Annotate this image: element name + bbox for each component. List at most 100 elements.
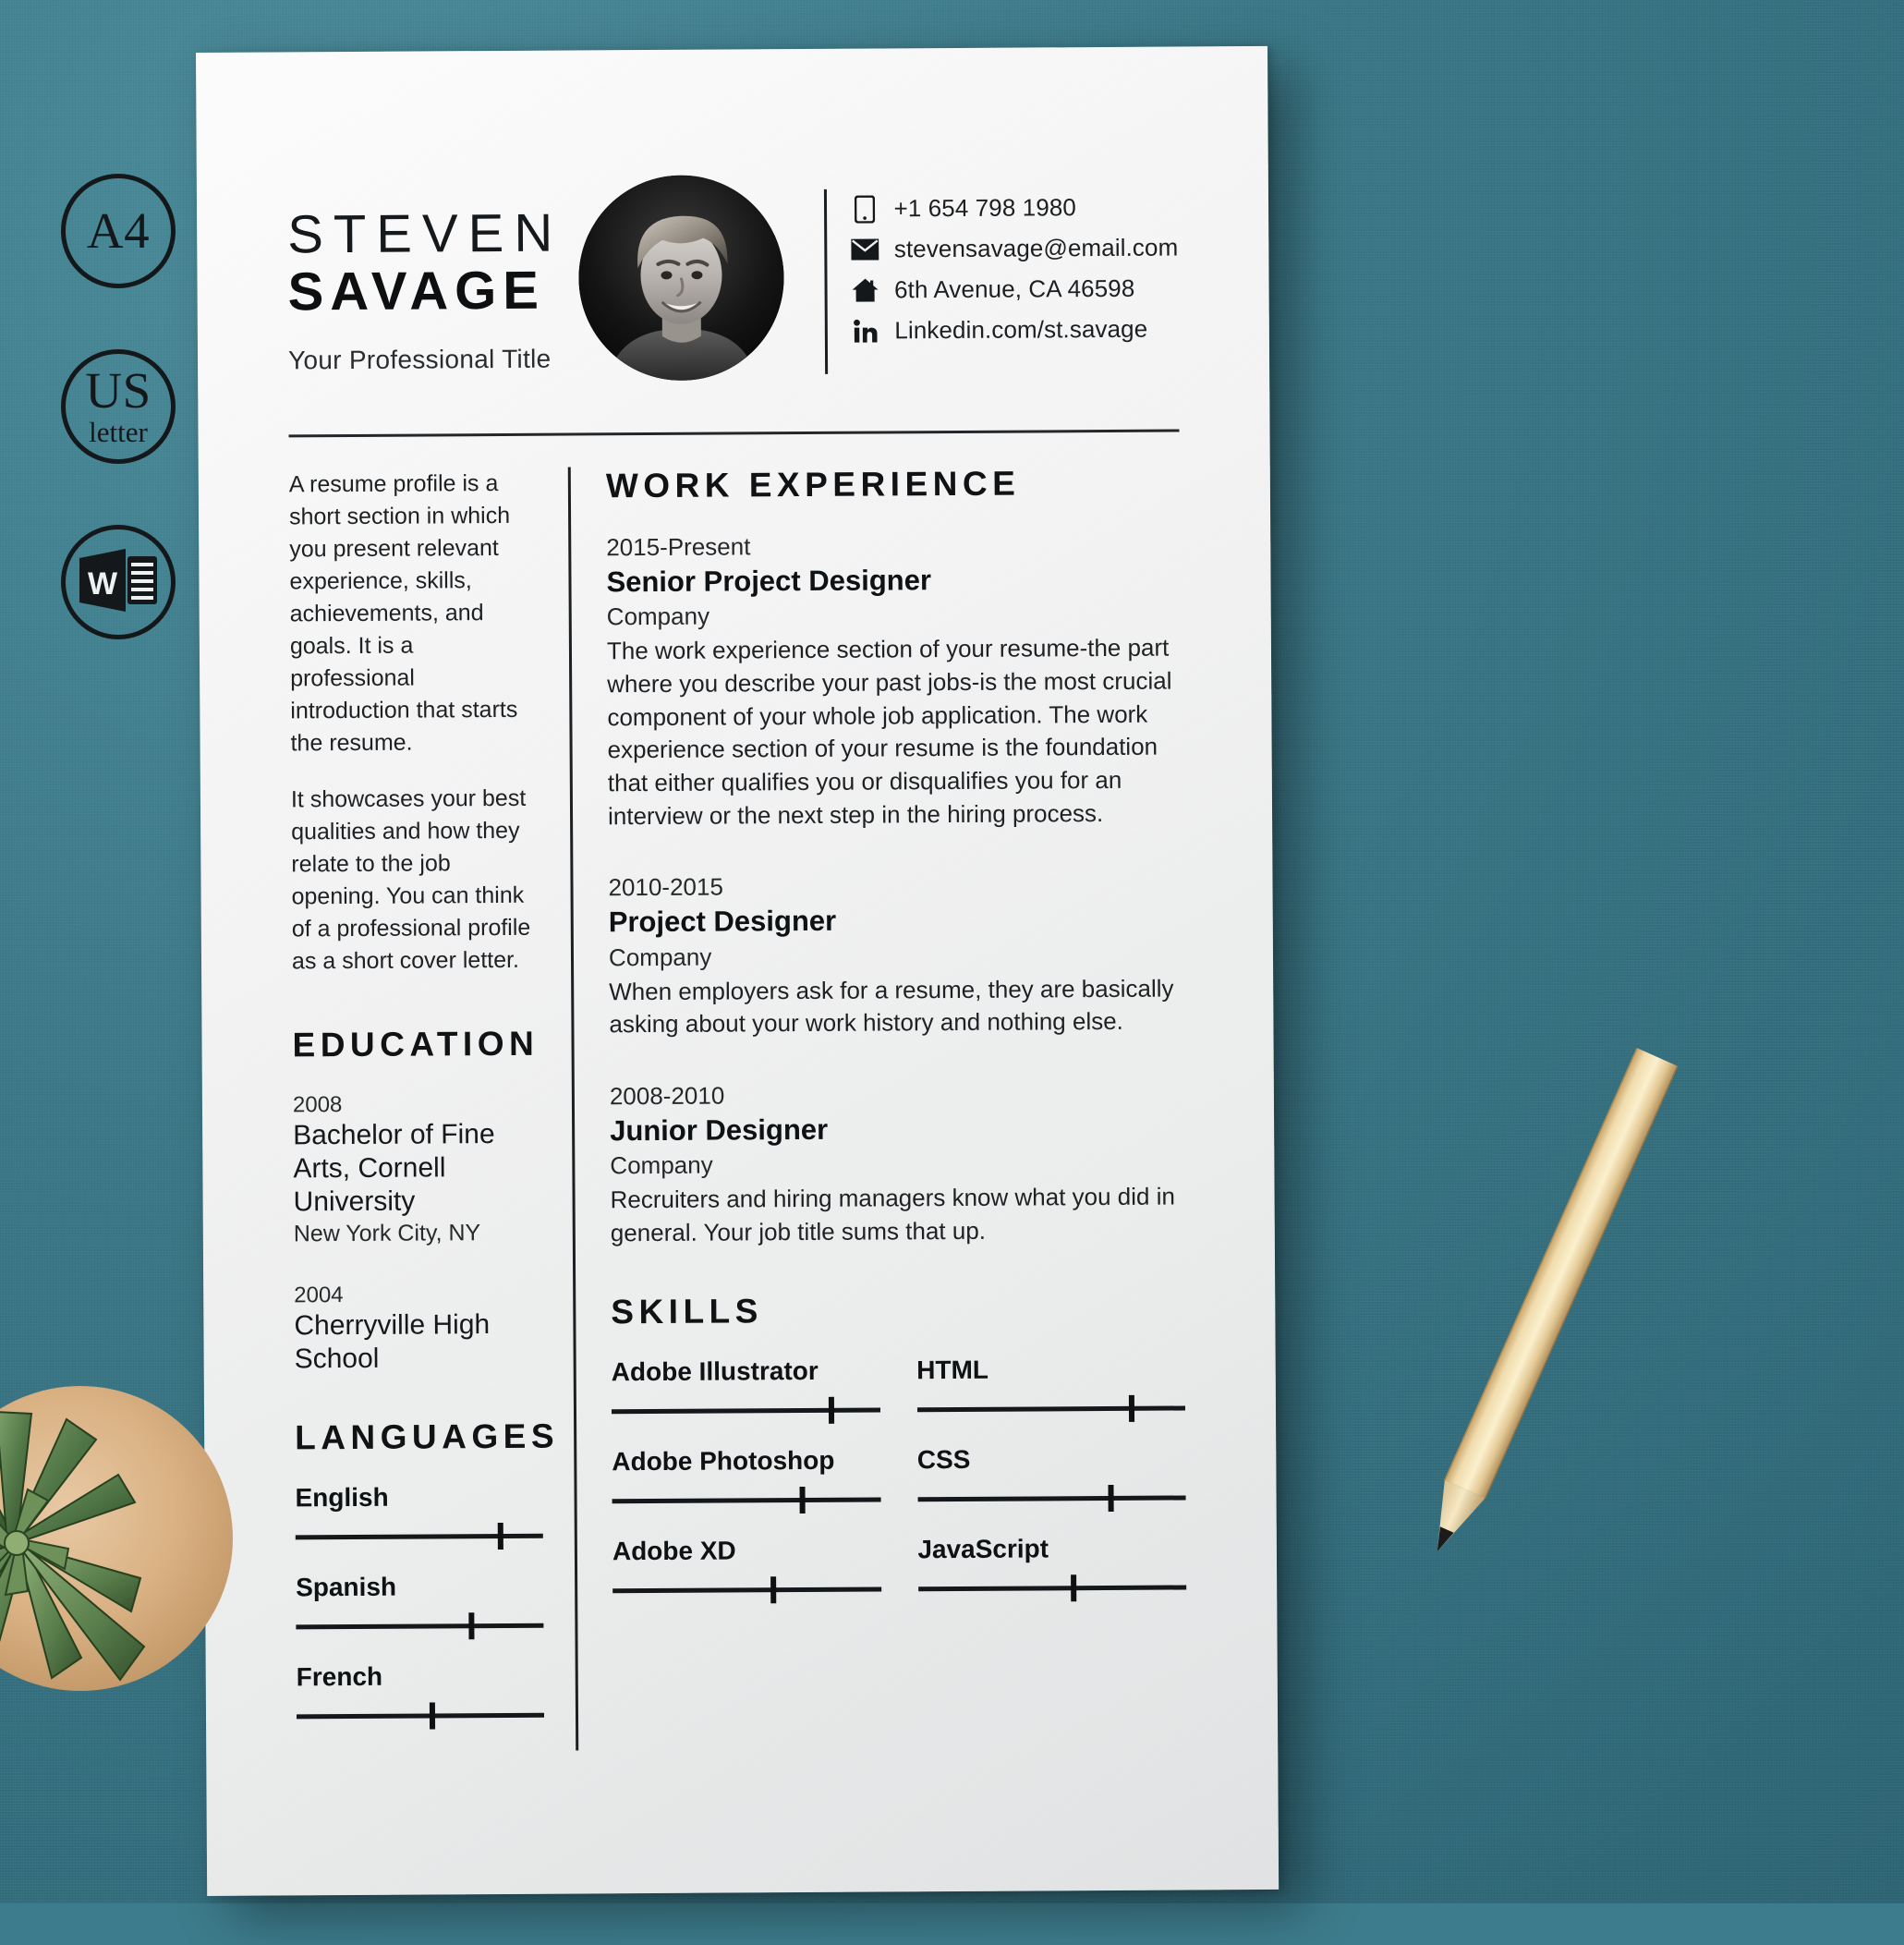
skill-label: HTML xyxy=(916,1355,989,1384)
microsoft-word-icon: W xyxy=(78,547,159,618)
linkedin-icon xyxy=(850,319,881,343)
contact-phone[interactable]: +1 654 798 1980 xyxy=(849,193,1178,224)
skill-label: JavaScript xyxy=(917,1533,1049,1563)
language-level-track[interactable] xyxy=(296,1612,544,1640)
skill-item: JavaScript xyxy=(917,1533,1187,1601)
word-badge: W xyxy=(61,525,176,639)
svg-text:W: W xyxy=(88,566,118,602)
language-label: French xyxy=(296,1661,383,1692)
phone-text: +1 654 798 1980 xyxy=(893,193,1077,223)
profile-paragraph-1: A resume profile is a short section in w… xyxy=(288,470,518,757)
address-text: 6th Avenue, CA 46598 xyxy=(893,274,1135,304)
skill-item: CSS xyxy=(916,1443,1186,1512)
skill-label: Adobe Photoshop xyxy=(612,1445,835,1476)
skill-level-track[interactable] xyxy=(917,1484,1186,1512)
work-company: Company xyxy=(606,602,710,631)
work-company: Company xyxy=(608,942,712,971)
skill-level-track[interactable] xyxy=(916,1394,1185,1422)
skill-level-track[interactable] xyxy=(612,1575,881,1603)
skill-item: HTML xyxy=(916,1354,1185,1422)
work-role: Junior Designer xyxy=(610,1112,829,1148)
envelope-icon xyxy=(850,238,881,261)
resume-body: A resume profile is a short section in w… xyxy=(289,464,1187,1753)
a4-badge-label: A4 xyxy=(86,201,151,259)
work-description: Recruiters and hiring managers know what… xyxy=(610,1182,1176,1247)
us-letter-badge-sublabel: letter xyxy=(89,415,148,448)
skill-label: CSS xyxy=(916,1444,971,1474)
succulent-plant xyxy=(0,1368,259,1940)
skill-level-marker[interactable] xyxy=(1128,1394,1134,1422)
skills-column-two: HTML CSS JavaScript xyxy=(916,1354,1187,1624)
skill-level-marker[interactable] xyxy=(829,1396,835,1424)
skill-item: Adobe Illustrator xyxy=(611,1355,880,1424)
work-years: 2010-2015 xyxy=(608,872,723,902)
us-letter-badge: US letter xyxy=(61,349,176,464)
skill-item: Adobe XD xyxy=(612,1535,881,1603)
contact-linkedin[interactable]: Linkedin.com/st.savage xyxy=(850,315,1179,346)
education-year: 2008 xyxy=(292,1092,343,1118)
work-item: 2010-2015 Project Designer Company When … xyxy=(608,869,1182,1041)
skills-section: SKILLS Adobe Illustrator Adobe Photoshop xyxy=(611,1289,1187,1626)
skill-level-track[interactable] xyxy=(612,1486,881,1513)
language-level-marker[interactable] xyxy=(498,1522,504,1550)
work-years: 2008-2010 xyxy=(609,1081,725,1111)
work-role: Senior Project Designer xyxy=(606,564,932,599)
resume-header: STEVEN SAVAGE Your Professional Title +1… xyxy=(287,165,1180,419)
work-years: 2015-Present xyxy=(606,532,751,562)
last-name: SAVAGE xyxy=(287,260,546,322)
education-item: 2004 Cherryville High School xyxy=(294,1279,542,1376)
right-column: WORK EXPERIENCE 2015-Present Senior Proj… xyxy=(606,464,1187,1751)
format-badge-group: A4 US letter W xyxy=(61,174,218,700)
profile-paragraph-2: It showcases your best qualities and how… xyxy=(290,784,531,975)
work-role: Project Designer xyxy=(608,905,837,939)
skill-level-marker[interactable] xyxy=(1071,1574,1077,1601)
profile-photo xyxy=(578,175,785,382)
education-item: 2008 Bachelor of Fine Arts, Cornell Univ… xyxy=(293,1089,541,1249)
resume-document: STEVEN SAVAGE Your Professional Title +1… xyxy=(196,45,1279,1896)
contact-email[interactable]: stevensavage@email.com xyxy=(850,234,1179,264)
left-column: A resume profile is a short section in w… xyxy=(289,468,576,1753)
skill-level-marker[interactable] xyxy=(770,1575,777,1603)
education-degree: Bachelor of Fine Arts, Cornell Universit… xyxy=(293,1119,495,1218)
contact-address[interactable]: 6th Avenue, CA 46598 xyxy=(850,274,1179,305)
home-icon xyxy=(850,277,881,302)
language-level-marker[interactable] xyxy=(468,1612,475,1640)
language-item: Spanish xyxy=(296,1572,544,1640)
skill-level-marker[interactable] xyxy=(1108,1484,1114,1512)
skills-section-title: SKILLS xyxy=(611,1291,764,1331)
skill-label: Adobe XD xyxy=(612,1536,736,1565)
header-divider xyxy=(288,429,1180,438)
work-item: 2015-Present Senior Project Designer Com… xyxy=(606,529,1182,833)
language-level-track[interactable] xyxy=(296,1702,545,1730)
contact-block: +1 654 798 1980 stevensavage@email.com 6… xyxy=(824,165,1179,374)
a4-badge: A4 xyxy=(61,174,176,288)
language-level-marker[interactable] xyxy=(430,1702,436,1730)
languages-section: LANGUAGES English Spanish French xyxy=(295,1416,560,1730)
skill-label: Adobe Illustrator xyxy=(611,1355,819,1386)
skill-level-track[interactable] xyxy=(611,1396,880,1424)
skills-column-one: Adobe Illustrator Adobe Photoshop Adobe … xyxy=(612,1355,881,1626)
education-location: New York City, NY xyxy=(293,1220,481,1247)
name-block: STEVEN SAVAGE Your Professional Title xyxy=(287,169,575,375)
education-year: 2004 xyxy=(294,1282,344,1308)
contact-divider xyxy=(824,188,829,374)
first-name: STEVEN xyxy=(287,202,564,265)
language-level-track[interactable] xyxy=(295,1522,543,1550)
language-item: English xyxy=(295,1482,543,1550)
us-letter-badge-label: US xyxy=(85,362,152,419)
linkedin-text: Linkedin.com/st.savage xyxy=(894,314,1148,345)
skill-level-marker[interactable] xyxy=(799,1486,806,1513)
language-label: Spanish xyxy=(296,1572,397,1602)
skill-item: Adobe Photoshop xyxy=(612,1445,881,1513)
job-title: Your Professional Title xyxy=(287,344,552,374)
skill-level-track[interactable] xyxy=(917,1574,1187,1601)
work-description: The work experience section of your resu… xyxy=(606,634,1172,830)
work-description: When employers ask for a resume, they ar… xyxy=(609,974,1174,1039)
languages-section-title: LANGUAGES xyxy=(295,1416,560,1457)
phone-icon xyxy=(849,195,880,224)
work-section-title: WORK EXPERIENCE xyxy=(605,464,1021,505)
education-degree: Cherryville High School xyxy=(294,1308,491,1375)
language-label: English xyxy=(295,1482,389,1513)
work-company: Company xyxy=(610,1150,713,1180)
language-item: French xyxy=(296,1661,545,1730)
